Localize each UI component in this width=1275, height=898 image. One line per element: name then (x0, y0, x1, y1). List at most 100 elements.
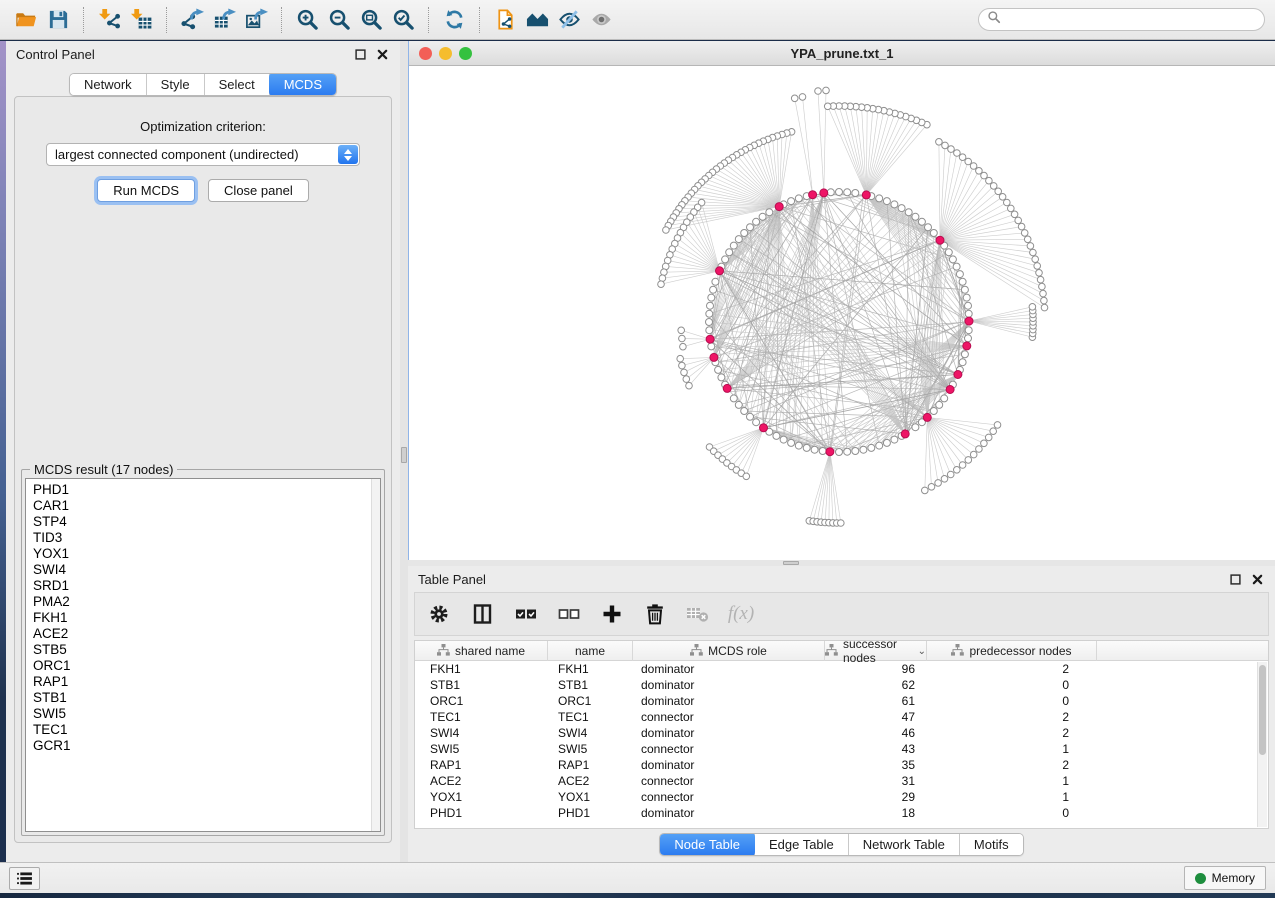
table-row-SWI4[interactable]: SWI4SWI4dominator462 (415, 725, 1268, 741)
cell-name[interactable]: FKH1 (548, 662, 633, 676)
cell-shared-name[interactable]: ACE2 (415, 774, 548, 788)
cell-MCDS-role[interactable]: dominator (633, 678, 825, 692)
export-table-icon[interactable] (208, 5, 240, 35)
zoom-in-icon[interactable] (291, 5, 323, 35)
cell-successor-nodes[interactable]: 62 (825, 678, 927, 692)
close-table-panel-icon[interactable] (1249, 571, 1265, 587)
tab-mcds[interactable]: MCDS (269, 73, 337, 96)
first-neighbors-icon[interactable] (521, 5, 553, 35)
add-column-icon[interactable] (599, 601, 625, 627)
deselect-all-icon[interactable] (556, 601, 582, 627)
column-header-successor-nodes[interactable]: successor nodes⌄ (825, 641, 927, 661)
cell-shared-name[interactable]: SWI5 (415, 742, 548, 756)
mcds-result-item[interactable]: CAR1 (33, 498, 380, 514)
run-mcds-button[interactable]: Run MCDS (97, 179, 195, 202)
show-columns-icon[interactable] (470, 601, 496, 627)
table-row-STB1[interactable]: STB1STB1dominator620 (415, 677, 1268, 693)
cell-successor-nodes[interactable]: 35 (825, 758, 927, 772)
table-row-ORC1[interactable]: ORC1ORC1dominator610 (415, 693, 1268, 709)
import-network-icon[interactable] (93, 5, 125, 35)
network-window-titlebar[interactable]: YPA_prune.txt_1 (409, 41, 1275, 66)
cell-successor-nodes[interactable]: 47 (825, 710, 927, 724)
apply-layout-icon[interactable] (438, 5, 470, 35)
cell-shared-name[interactable]: YOX1 (415, 790, 548, 804)
column-header-predecessor-nodes[interactable]: predecessor nodes (927, 641, 1097, 661)
tab-motifs[interactable]: Motifs (960, 834, 1023, 855)
cell-successor-nodes[interactable]: 96 (825, 662, 927, 676)
mcds-result-item[interactable]: SWI5 (33, 706, 380, 722)
cell-MCDS-role[interactable]: dominator (633, 806, 825, 820)
show-all-icon[interactable] (585, 5, 617, 35)
mcds-result-item[interactable]: TID3 (33, 530, 380, 546)
mcds-result-item[interactable]: FKH1 (33, 610, 380, 626)
export-image-icon[interactable] (240, 5, 272, 35)
delete-column-icon[interactable] (642, 601, 668, 627)
table-scrollbar-thumb[interactable] (1259, 665, 1266, 755)
open-icon[interactable] (10, 5, 42, 35)
cell-predecessor-nodes[interactable]: 2 (927, 710, 1097, 724)
cell-predecessor-nodes[interactable]: 2 (927, 726, 1097, 740)
tab-network[interactable]: Network (70, 74, 147, 95)
table-row-RAP1[interactable]: RAP1RAP1dominator352 (415, 757, 1268, 773)
table-row-PHD1[interactable]: PHD1PHD1dominator180 (415, 805, 1268, 821)
cell-predecessor-nodes[interactable]: 1 (927, 742, 1097, 756)
cell-successor-nodes[interactable]: 43 (825, 742, 927, 756)
cell-name[interactable]: RAP1 (548, 758, 633, 772)
cell-successor-nodes[interactable]: 29 (825, 790, 927, 804)
cell-MCDS-role[interactable]: connector (633, 742, 825, 756)
cell-successor-nodes[interactable]: 46 (825, 726, 927, 740)
mcds-result-item[interactable]: RAP1 (33, 674, 380, 690)
cell-MCDS-role[interactable]: connector (633, 790, 825, 804)
mcds-result-item[interactable]: ACE2 (33, 626, 380, 642)
mcds-result-list[interactable]: PHD1CAR1STP4TID3YOX1SWI4SRD1PMA2FKH1ACE2… (25, 478, 381, 832)
tab-edge-table[interactable]: Edge Table (755, 834, 849, 855)
cell-MCDS-role[interactable]: connector (633, 774, 825, 788)
mcds-result-item[interactable]: SWI4 (33, 562, 380, 578)
cell-predecessor-nodes[interactable]: 0 (927, 806, 1097, 820)
panel-menu-button[interactable] (9, 867, 40, 890)
close-panel-icon[interactable] (374, 46, 390, 62)
cell-name[interactable]: PHD1 (548, 806, 633, 820)
mcds-result-item[interactable]: SRD1 (33, 578, 380, 594)
mcds-result-item[interactable]: STB1 (33, 690, 380, 706)
mcds-result-item[interactable]: GCR1 (33, 738, 380, 754)
mcds-result-item[interactable]: YOX1 (33, 546, 380, 562)
tab-select[interactable]: Select (205, 74, 270, 95)
float-table-panel-icon[interactable] (1227, 571, 1243, 587)
cell-predecessor-nodes[interactable]: 1 (927, 774, 1097, 788)
tab-network-table[interactable]: Network Table (849, 834, 960, 855)
cell-name[interactable]: SWI4 (548, 726, 633, 740)
cell-shared-name[interactable]: FKH1 (415, 662, 548, 676)
cell-MCDS-role[interactable]: dominator (633, 726, 825, 740)
cell-predecessor-nodes[interactable]: 1 (927, 790, 1097, 804)
mcds-result-item[interactable]: PMA2 (33, 594, 380, 610)
cell-name[interactable]: STB1 (548, 678, 633, 692)
cell-name[interactable]: SWI5 (548, 742, 633, 756)
select-all-icon[interactable] (513, 601, 539, 627)
cell-predecessor-nodes[interactable]: 2 (927, 758, 1097, 772)
close-panel-button[interactable]: Close panel (208, 179, 309, 202)
cell-MCDS-role[interactable]: dominator (633, 662, 825, 676)
cell-predecessor-nodes[interactable]: 0 (927, 678, 1097, 692)
export-network-icon[interactable] (176, 5, 208, 35)
cell-MCDS-role[interactable]: connector (633, 710, 825, 724)
table-row-TEC1[interactable]: TEC1TEC1connector472 (415, 709, 1268, 725)
import-table-icon[interactable] (125, 5, 157, 35)
node-table[interactable]: shared namenameMCDS rolesuccessor nodes⌄… (414, 640, 1269, 829)
cell-shared-name[interactable]: SWI4 (415, 726, 548, 740)
cell-predecessor-nodes[interactable]: 2 (927, 662, 1097, 676)
vertical-splitter-handle[interactable] (401, 447, 407, 463)
table-row-YOX1[interactable]: YOX1YOX1connector291 (415, 789, 1268, 805)
float-panel-icon[interactable] (352, 46, 368, 62)
cell-MCDS-role[interactable]: dominator (633, 758, 825, 772)
cell-successor-nodes[interactable]: 31 (825, 774, 927, 788)
save-icon[interactable] (42, 5, 74, 35)
network-graph-canvas[interactable] (409, 66, 1274, 559)
mcds-result-item[interactable]: STP4 (33, 514, 380, 530)
cell-shared-name[interactable]: ORC1 (415, 694, 548, 708)
cell-predecessor-nodes[interactable]: 0 (927, 694, 1097, 708)
memory-button[interactable]: Memory (1184, 866, 1266, 890)
column-header-MCDS-role[interactable]: MCDS role (633, 641, 825, 661)
column-header-shared-name[interactable]: shared name (415, 641, 548, 661)
cell-successor-nodes[interactable]: 18 (825, 806, 927, 820)
